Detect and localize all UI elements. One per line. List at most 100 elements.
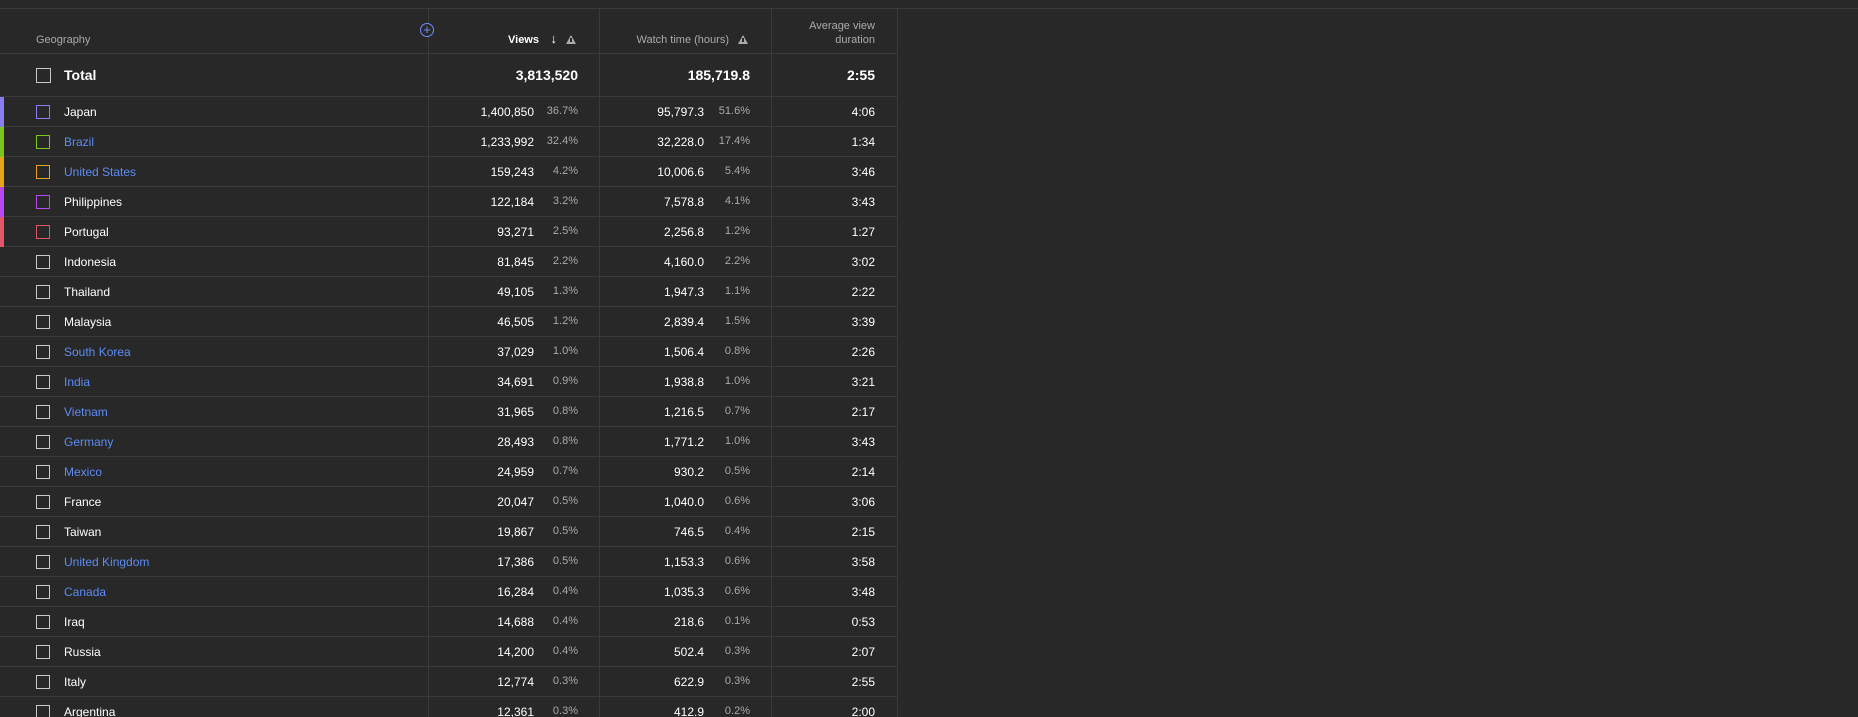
country-name[interactable]: Brazil [64,135,94,149]
row-checkbox[interactable] [36,435,50,449]
watch-time-value: 4,160.0 [663,255,704,269]
watch-time-percent: 1.1% [724,285,750,297]
watch-time-percent: 2.2% [724,255,750,267]
column-header-avg-duration[interactable]: Average view duration [771,9,898,53]
country-name: Portugal [64,225,109,239]
total-checkbox[interactable] [36,68,51,83]
row-checkbox[interactable] [36,225,50,239]
table-row[interactable]: France 20,047 0.5% 1,040.0 0.6% 3:06 [0,487,898,517]
views-cell: 16,284 0.4% [428,577,599,606]
geo-cell: United States [0,157,428,186]
country-name: Malaysia [64,315,112,329]
row-checkbox[interactable] [36,105,50,119]
avg-duration-cell: 2:55 [771,667,898,696]
watch-time-cell: 1,938.8 1.0% [599,367,771,396]
table-row[interactable]: Thailand 49,105 1.3% 1,947.3 1.1% 2:22 [0,277,898,307]
row-checkbox[interactable] [36,345,50,359]
country-name: Iraq [64,615,85,629]
table-row[interactable]: Germany 28,493 0.8% 1,771.2 1.0% 3:43 [0,427,898,457]
watch-time-percent: 1.5% [724,315,750,327]
sort-arrow-down-icon[interactable]: ↓ [551,31,558,46]
table-row[interactable]: Portugal 93,271 2.5% 2,256.8 1.2% 1:27 [0,217,898,247]
table-row[interactable]: United States 159,243 4.2% 10,006.6 5.4% 3:46 [0,157,898,187]
table-row[interactable]: Iraq 14,688 0.4% 218.6 0.1% 0:53 [0,607,898,637]
table-row[interactable]: Argentina 12,361 0.3% 412.9 0.2% 2:00 [0,697,898,717]
watch-time-percent: 5.4% [724,165,750,177]
row-checkbox[interactable] [36,285,50,299]
row-checkbox[interactable] [36,645,50,659]
total-row: Total 3,813,520 185,719.8 2:55 [0,54,898,97]
add-column-plus-icon[interactable]: + [420,23,434,37]
watch-time-percent: 0.6% [724,555,750,567]
avg-duration-cell: 1:34 [771,127,898,156]
table-row[interactable]: United Kingdom 17,386 0.5% 1,153.3 0.6% 3:58 [0,547,898,577]
country-name: Philippines [64,195,123,209]
warning-icon[interactable] [738,35,748,44]
views-cell: 34,691 0.9% [428,367,599,396]
row-checkbox[interactable] [36,615,50,629]
country-name[interactable]: Canada [64,585,106,599]
row-checkbox[interactable] [36,375,50,389]
table-row[interactable]: Italy 12,774 0.3% 622.9 0.3% 2:55 [0,667,898,697]
row-checkbox[interactable] [36,495,50,509]
avg-duration-value: 3:06 [851,495,875,509]
total-watch-cell: 185,719.8 [599,54,771,96]
table-row[interactable]: Mexico 24,959 0.7% 930.2 0.5% 2:14 [0,457,898,487]
avg-duration-cell: 2:14 [771,457,898,486]
views-cell: 19,867 0.5% [428,517,599,546]
column-header-watch-time[interactable]: Watch time (hours) [599,9,771,53]
row-checkbox[interactable] [36,255,50,269]
row-checkbox[interactable] [36,525,50,539]
row-checkbox[interactable] [36,135,50,149]
avg-duration-cell: 2:22 [771,277,898,306]
views-cell: 17,386 0.5% [428,547,599,576]
avg-duration-cell: 1:27 [771,217,898,246]
watch-time-cell: 10,006.6 5.4% [599,157,771,186]
row-checkbox[interactable] [36,195,50,209]
views-cell: 12,361 0.3% [428,697,599,717]
watch-time-percent: 1.0% [724,435,750,447]
row-checkbox[interactable] [36,705,50,717]
table-row[interactable]: Vietnam 31,965 0.8% 1,216.5 0.7% 2:17 [0,397,898,427]
table-row[interactable]: Japan 1,400,850 36.7% 95,797.3 51.6% 4:06 [0,97,898,127]
country-name[interactable]: United States [64,165,136,179]
table-row[interactable]: South Korea 37,029 1.0% 1,506.4 0.8% 2:26 [0,337,898,367]
row-checkbox[interactable] [36,315,50,329]
column-header-geography[interactable]: Geography [0,9,428,53]
column-header-views[interactable]: Views ↓ [428,9,599,53]
views-percent: 0.4% [552,645,578,657]
country-name[interactable]: United Kingdom [64,555,149,569]
table-row[interactable]: Brazil 1,233,992 32.4% 32,228.0 17.4% 1:34 [0,127,898,157]
row-checkbox[interactable] [36,405,50,419]
watch-time-cell: 502.4 0.3% [599,637,771,666]
avg-duration-cell: 3:39 [771,307,898,336]
views-cell: 37,029 1.0% [428,337,599,366]
row-checkbox[interactable] [36,555,50,569]
warning-icon[interactable] [566,35,576,44]
analytics-page: Geography Views ↓ Watch time (hours) Ave… [0,0,1858,717]
geo-cell: Germany [0,427,428,456]
watch-time-percent: 0.1% [724,615,750,627]
country-name[interactable]: India [64,375,90,389]
table-row[interactable]: Malaysia 46,505 1.2% 2,839.4 1.5% 3:39 [0,307,898,337]
views-percent: 0.5% [552,555,578,567]
table-row[interactable]: Taiwan 19,867 0.5% 746.5 0.4% 2:15 [0,517,898,547]
country-name[interactable]: Vietnam [64,405,108,419]
table-row[interactable]: Canada 16,284 0.4% 1,035.3 0.6% 3:48 [0,577,898,607]
row-checkbox[interactable] [36,675,50,689]
avg-duration-value: 1:34 [851,135,875,149]
table-row[interactable]: Russia 14,200 0.4% 502.4 0.3% 2:07 [0,637,898,667]
table-row[interactable]: India 34,691 0.9% 1,938.8 1.0% 3:21 [0,367,898,397]
watch-time-value: 1,771.2 [663,435,704,449]
views-percent: 32.4% [546,135,578,147]
country-name[interactable]: Germany [64,435,113,449]
avg-duration-value: 2:00 [851,705,875,717]
country-name[interactable]: South Korea [64,345,131,359]
row-checkbox[interactable] [36,585,50,599]
watch-time-value: 1,947.3 [663,285,704,299]
table-row[interactable]: Indonesia 81,845 2.2% 4,160.0 2.2% 3:02 [0,247,898,277]
row-checkbox[interactable] [36,465,50,479]
table-row[interactable]: Philippines 122,184 3.2% 7,578.8 4.1% 3:43 [0,187,898,217]
row-checkbox[interactable] [36,165,50,179]
country-name[interactable]: Mexico [64,465,102,479]
